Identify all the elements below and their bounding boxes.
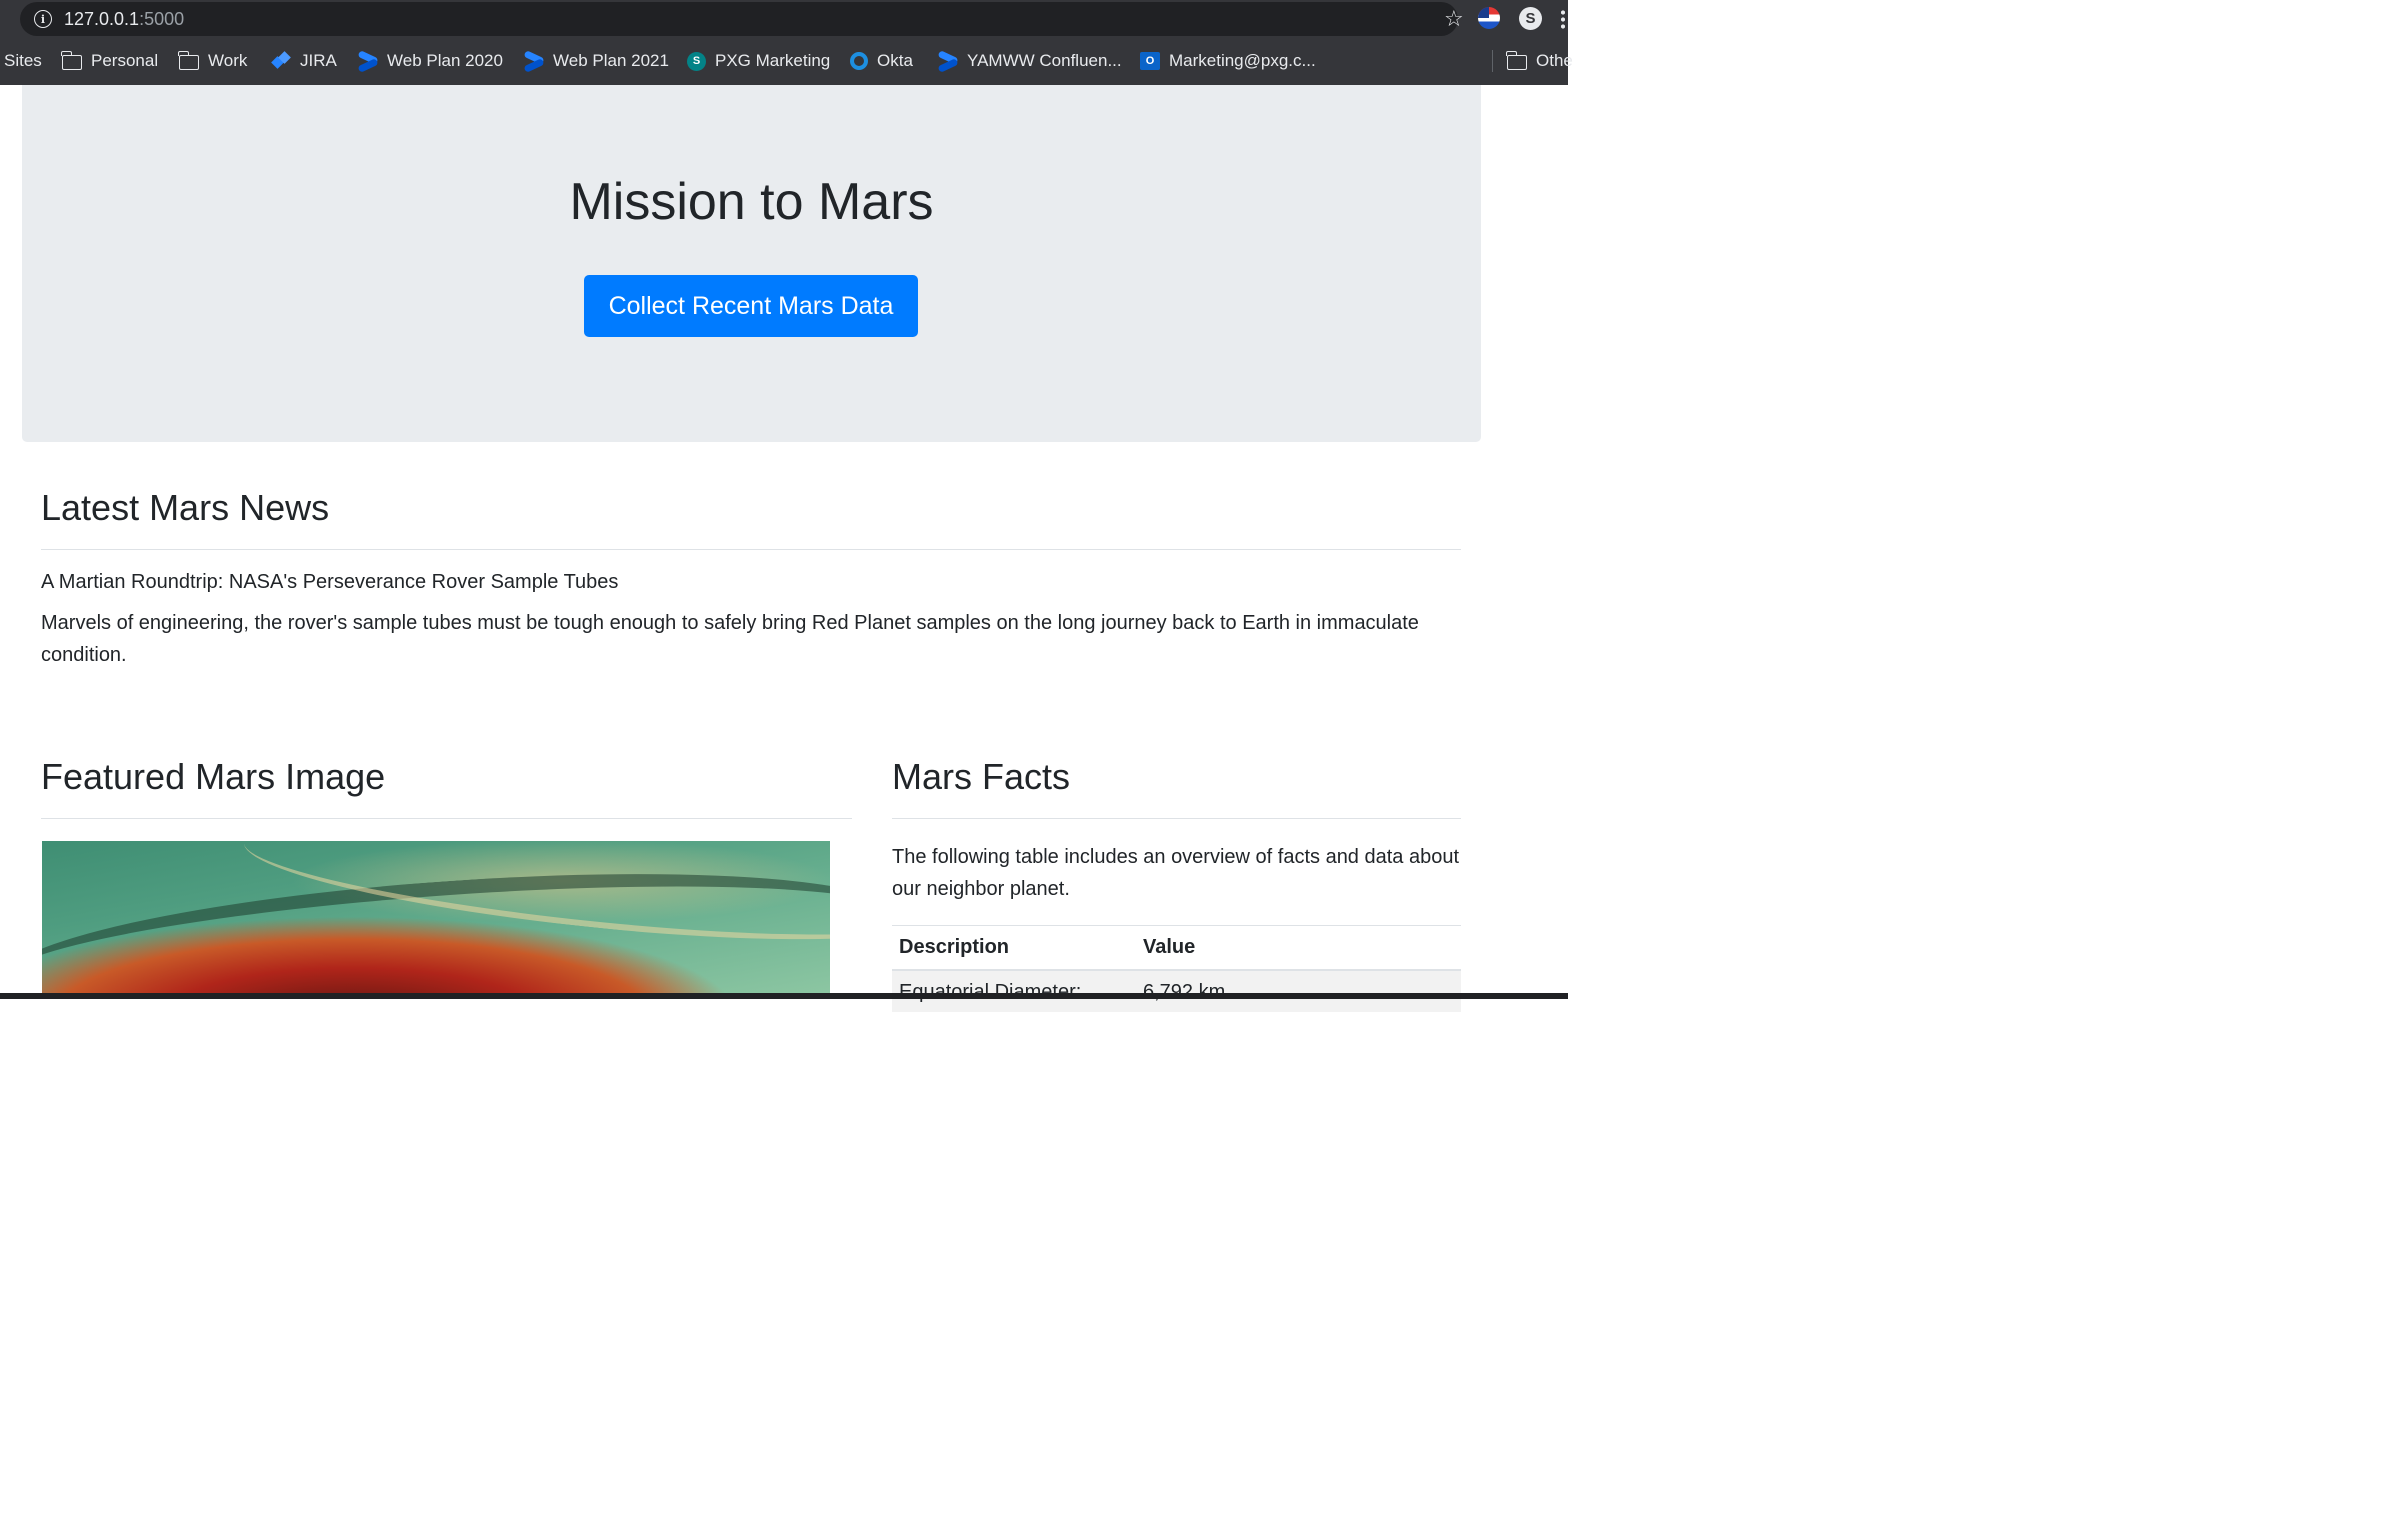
bookmark-marketing-email[interactable]: O Marketing@pxg.c... [1140,50,1316,72]
confluence-icon [938,52,958,70]
jira-icon [271,52,291,70]
bookmark-okta[interactable]: Okta [850,50,913,72]
table-cell: Equatorial Diameter: [892,969,1136,1012]
bookmark-label: YAMWW Confluen... [967,51,1122,70]
bookmark-label: Work [208,51,248,70]
column-header: Value [1136,925,1461,971]
s-extension-icon[interactable]: S [1519,7,1542,30]
news-heading: Latest Mars News [41,487,330,528]
news-paragraph: Marvels of engineering, the rover's samp… [41,612,1419,666]
confluence-icon [358,52,378,70]
featured-divider [41,818,852,819]
bookmark-label: Okta [877,51,913,70]
address-bar[interactable]: i 127.0.0.1:5000 ☆ [20,2,1464,36]
column-header: Description [892,925,1136,971]
flag-extension-icon[interactable] [1478,7,1500,29]
bookmark-sites[interactable]: Sites [4,50,42,72]
window-bottom-edge [0,993,1568,999]
facts-intro: The following table includes an overview… [892,846,1460,900]
bookmark-work[interactable]: Work [178,50,248,72]
site-info-icon[interactable]: i [34,10,52,28]
outlook-icon: O [1140,52,1160,70]
table-header-row: Description Value [892,925,1461,971]
jumbotron [22,85,1481,442]
folder-icon [1506,51,1527,70]
sharepoint-icon: S [687,51,706,71]
facts-heading: Mars Facts [892,756,1071,797]
browser-menu-icon[interactable] [1561,9,1565,29]
bookmark-label: Othe [1536,51,1573,70]
bookmark-label: Marketing@pxg.c... [1169,51,1316,70]
bookmarks-divider [1492,50,1493,72]
bookmark-label: Web Plan 2020 [387,51,503,70]
url-port: :5000 [139,9,185,29]
url-text[interactable]: 127.0.0.1:5000 [64,9,184,30]
table-row: Equatorial Diameter: 6,792 km [892,969,1461,1012]
bookmark-label: JIRA [300,51,337,70]
folder-icon [178,51,199,70]
news-divider [41,549,1461,550]
bookmark-star-icon[interactable]: ☆ [1444,7,1464,31]
bookmark-label: PXG Marketing [715,51,831,70]
collect-mars-data-button[interactable]: Collect Recent Mars Data [584,275,918,337]
featured-image-heading: Featured Mars Image [41,756,386,797]
bookmarks-bar: Sites Personal Work JIRA Web Plan 2020 W… [0,44,1573,78]
table-cell: 6,792 km [1136,969,1461,1012]
news-title: A Martian Roundtrip: NASA's Perseverance… [41,571,619,593]
bookmark-jira[interactable]: JIRA [271,50,337,72]
bookmark-pxg-marketing[interactable]: S PXG Marketing [687,50,830,72]
url-host: 127.0.0.1 [64,9,140,29]
bookmark-yamww-confluence[interactable]: YAMWW Confluen... [938,50,1122,72]
bookmark-label: Sites [4,51,42,70]
bookmark-web-plan-2020[interactable]: Web Plan 2020 [358,50,503,72]
folder-icon [61,51,82,70]
okta-icon [850,52,868,70]
bookmark-label: Personal [91,51,159,70]
confluence-icon [524,52,544,70]
bookmark-label: Web Plan 2021 [553,51,669,70]
page-title: Mission to Mars [569,173,934,231]
bookmark-personal[interactable]: Personal [61,50,159,72]
bookmark-other[interactable]: Othe [1506,50,1573,72]
browser-chrome: i 127.0.0.1:5000 ☆ S Sites Personal Work… [0,0,1573,85]
bookmark-web-plan-2021[interactable]: Web Plan 2021 [524,50,669,72]
featured-mars-image [42,841,830,999]
facts-divider [892,818,1461,819]
